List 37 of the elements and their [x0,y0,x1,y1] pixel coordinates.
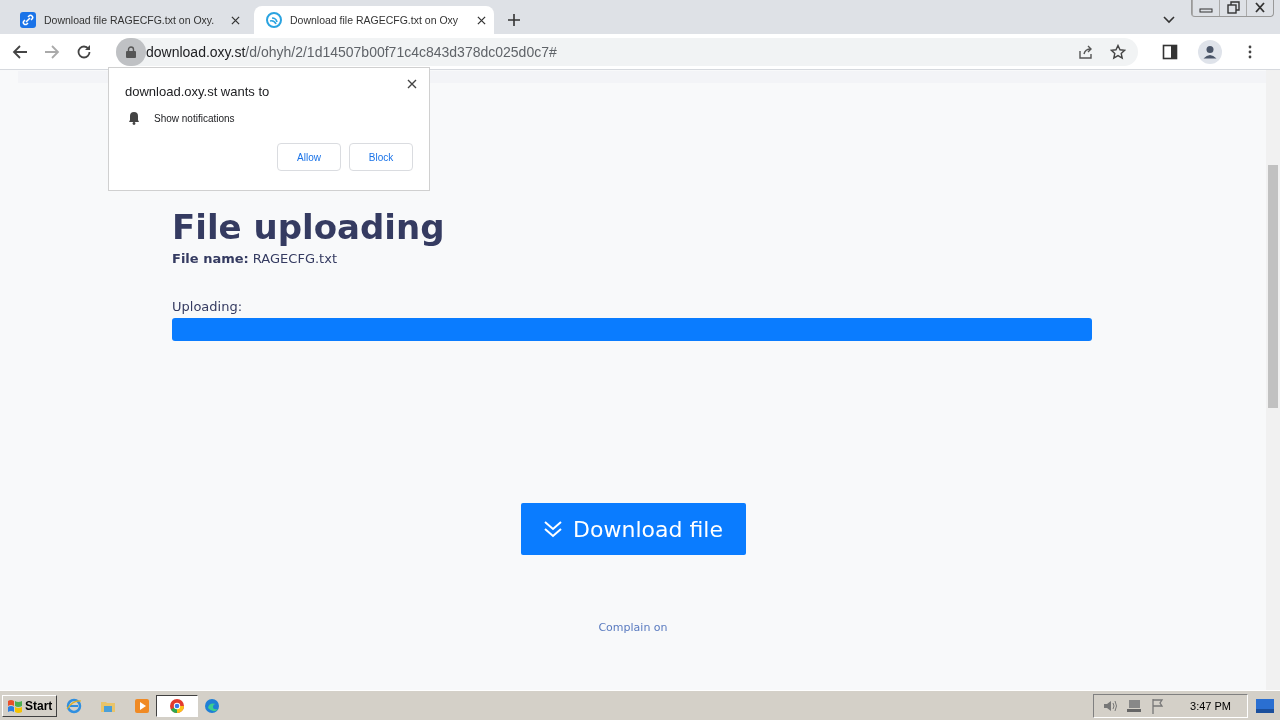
scrollbar[interactable] [1266,70,1280,690]
lock-icon[interactable] [126,45,136,58]
progress-label: Uploading: [172,299,244,314]
plus-icon[interactable] [508,14,520,26]
address-bar[interactable]: download.oxy.st/d/ohyh/2/1d14507b00f71c4c843d378dc025d0c7# [116,37,1138,66]
windows-flag-icon [7,698,23,713]
file-name-text: File name: RAGECFG.txt [172,251,338,266]
swirl-icon [266,12,282,28]
close-icon[interactable] [407,79,417,89]
start-button[interactable]: Start [2,694,58,717]
permission-label: Show notifications [154,112,235,124]
link-icon [20,12,36,28]
clock: 3:47 PM [1190,699,1231,712]
edge-icon[interactable] [204,697,221,714]
chevron-down-icon[interactable] [1163,16,1175,24]
network-icon[interactable] [1126,697,1143,714]
bell-icon [128,111,140,125]
browser-tab[interactable]: Download file RAGECFG.txt on Oxy [254,6,494,34]
popup-button[interactable]: Allow [277,143,341,171]
double-chevron-down-icon [543,520,564,538]
profile-icon[interactable] [1198,39,1222,64]
back-arrow-icon[interactable] [12,43,28,60]
show-desktop-icon[interactable] [1256,698,1274,713]
complain-link[interactable]: Complain on [598,621,668,634]
close-icon[interactable] [477,15,486,25]
browser-tab[interactable]: Download file RAGECFG.txt on Oxy. [8,6,248,34]
close-icon[interactable] [231,15,240,25]
side-panel-icon[interactable] [1162,43,1178,60]
taskbar-button[interactable] [156,694,199,717]
popup-button[interactable]: Block [349,143,413,171]
page-heading: File uploading [172,206,446,249]
chrome-icon [169,697,186,714]
reload-icon[interactable] [76,43,92,60]
download-button[interactable]: Download file [520,503,746,555]
share-icon[interactable] [1078,43,1094,60]
popup-title: download.oxy.st wants to [125,84,271,99]
star-icon[interactable] [1110,43,1126,60]
